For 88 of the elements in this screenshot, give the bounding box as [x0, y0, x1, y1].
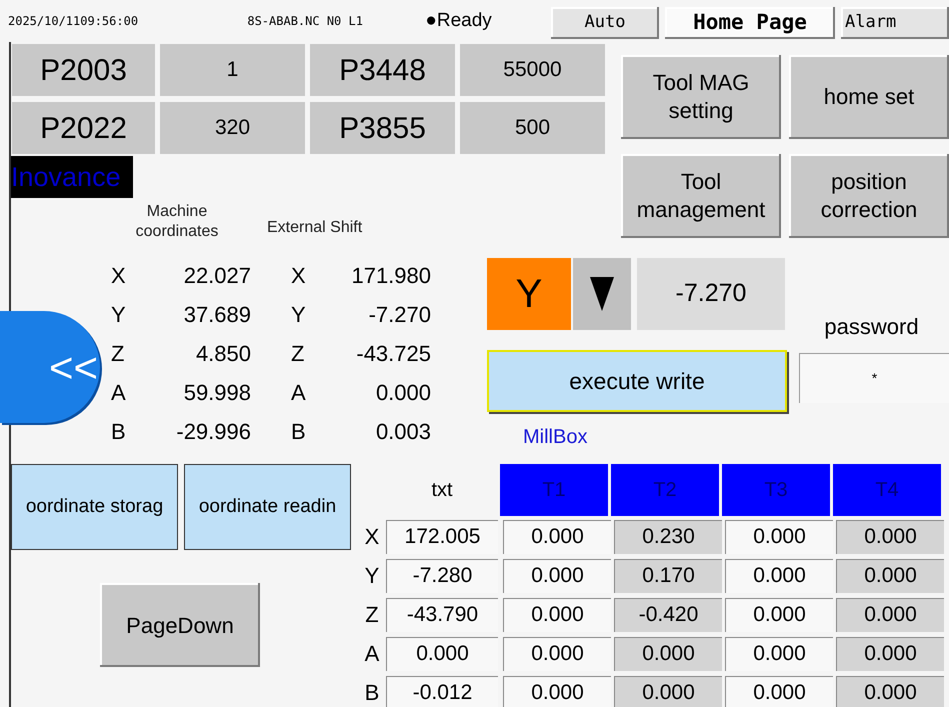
axis-label: Z — [364, 601, 380, 629]
axis-label: X — [111, 262, 127, 290]
tool-column-header: T2 — [611, 464, 719, 516]
axis-label: X — [291, 262, 307, 290]
function-button[interactable]: position correction — [789, 154, 949, 238]
tool-column-header: T4 — [833, 464, 941, 516]
parameter-value[interactable]: 1 — [160, 44, 305, 96]
txt-value[interactable]: 0.000 — [386, 636, 498, 670]
execute-write-button[interactable]: execute write — [487, 350, 787, 412]
txt-value[interactable]: 172.005 — [386, 520, 498, 554]
machine-coordinates-header: Machine coordinates — [134, 202, 220, 242]
datetime-text: 2025/10/1109:56:00 — [8, 13, 140, 30]
axis-label: Y — [111, 300, 127, 328]
axis-label: A — [111, 378, 127, 406]
tool-column-header: T3 — [722, 464, 830, 516]
axis-selector[interactable]: Y — [487, 258, 571, 330]
tool-offset-value[interactable]: 0.000 — [614, 676, 722, 707]
tool-offset-value[interactable]: 0.000 — [836, 598, 944, 632]
axis-label: B — [111, 418, 127, 446]
tool-offset-value[interactable]: 0.000 — [725, 520, 833, 554]
parameter-label: P2003 — [12, 44, 155, 96]
logo-text: Inovance — [11, 156, 133, 198]
tool-offset-value[interactable]: 0.000 — [725, 598, 833, 632]
tool-offset-value[interactable]: 0.000 — [836, 520, 944, 554]
tool-column-header: T1 — [500, 464, 608, 516]
parameter-value[interactable]: 500 — [460, 102, 605, 154]
parameter-label: P3855 — [310, 102, 455, 154]
function-button[interactable]: Tool MAG setting — [621, 55, 781, 139]
axis-label: B — [291, 418, 307, 446]
nav-tab[interactable]: Auto — [551, 7, 659, 39]
nav-tab[interactable]: Alarm — [841, 7, 949, 39]
txt-header: txt — [430, 478, 454, 503]
tool-offset-value[interactable]: 0.230 — [614, 520, 722, 554]
axis-label: B — [364, 679, 380, 707]
back-button[interactable]: << — [0, 311, 100, 423]
tool-offset-value[interactable]: 0.000 — [503, 676, 611, 707]
shift-value: 0.003 — [374, 418, 431, 446]
password-field[interactable]: * — [799, 353, 949, 403]
tool-offset-value[interactable]: 0.000 — [614, 636, 722, 670]
axis-label: Z — [111, 340, 126, 368]
axis-value-field[interactable]: -7.270 — [637, 258, 785, 330]
tool-offset-value[interactable]: 0.000 — [503, 558, 611, 592]
shift-value: 0.000 — [374, 378, 431, 406]
machine-coordinate: 22.027 — [182, 262, 251, 290]
function-button[interactable]: Tool management — [621, 154, 781, 238]
tool-offset-value[interactable]: 0.000 — [503, 636, 611, 670]
tool-offset-value[interactable]: 0.000 — [725, 636, 833, 670]
txt-value[interactable]: -43.790 — [386, 598, 498, 632]
status-text: ●Ready — [425, 8, 493, 33]
function-button[interactable]: home set — [789, 55, 949, 139]
parameter-value[interactable]: 320 — [160, 102, 305, 154]
side-button[interactable]: oordinate storag — [11, 464, 178, 550]
axis-label: A — [364, 640, 380, 668]
parameter-label: P2022 — [12, 102, 155, 154]
txt-value[interactable]: -0.012 — [386, 676, 498, 707]
millbox-title: MillBox — [523, 425, 588, 450]
tool-offset-value[interactable]: 0.000 — [503, 598, 611, 632]
tool-offset-value[interactable]: 0.000 — [725, 558, 833, 592]
txt-value[interactable]: -7.280 — [386, 558, 498, 592]
machine-coordinate: -29.996 — [175, 418, 251, 446]
axis-label: Y — [291, 300, 307, 328]
parameter-label: P3448 — [310, 44, 455, 96]
shift-value: 171.980 — [350, 262, 431, 290]
tool-offset-value[interactable]: 0.170 — [614, 558, 722, 592]
tool-offset-value[interactable]: 0.000 — [503, 520, 611, 554]
axis-label: Y — [364, 562, 380, 590]
tool-offset-value[interactable]: -0.420 — [614, 598, 722, 632]
parameter-value[interactable]: 55000 — [460, 44, 605, 96]
dropdown-button[interactable] — [573, 258, 631, 330]
machine-coordinate: 59.998 — [182, 378, 251, 406]
external-shift-header: External Shift — [267, 218, 362, 238]
page-down-button[interactable]: PageDown — [100, 583, 260, 667]
program-text: 8S-ABAB.NC N0 L1 — [247, 13, 364, 30]
tool-offset-value[interactable]: 0.000 — [836, 636, 944, 670]
side-button[interactable]: oordinate readin — [184, 464, 351, 550]
machine-coordinate: 37.689 — [182, 300, 251, 328]
shift-value: -43.725 — [355, 340, 431, 368]
axis-label: X — [364, 523, 380, 551]
axis-label: Z — [291, 340, 306, 368]
machine-coordinate: 4.850 — [194, 340, 251, 368]
tool-offset-value[interactable]: 0.000 — [836, 676, 944, 707]
tool-offset-value[interactable]: 0.000 — [725, 676, 833, 707]
tool-offset-value[interactable]: 0.000 — [836, 558, 944, 592]
shift-value: -7.270 — [368, 300, 431, 328]
password-label: password — [823, 313, 920, 341]
axis-label: A — [291, 378, 307, 406]
caret-down-icon — [590, 277, 614, 311]
nav-tab[interactable]: Home Page — [665, 7, 835, 39]
